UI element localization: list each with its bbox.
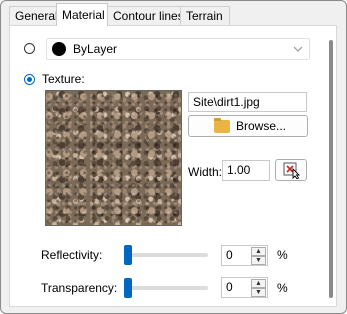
pick-cursor-icon bbox=[283, 162, 301, 179]
reflectivity-value: 0 bbox=[226, 248, 233, 262]
texture-preview-image bbox=[45, 90, 182, 226]
texture-radio[interactable] bbox=[24, 74, 35, 85]
tab-terrain[interactable]: Terrain bbox=[180, 6, 230, 25]
bylayer-radio[interactable] bbox=[24, 43, 35, 54]
reflectivity-unit: % bbox=[277, 248, 288, 262]
width-field[interactable]: 1.00 bbox=[222, 160, 270, 181]
texture-pattern bbox=[46, 91, 181, 225]
panel-scrollbar[interactable] bbox=[329, 40, 333, 298]
texture-label: Texture: bbox=[42, 72, 85, 86]
tab-general[interactable]: General bbox=[9, 6, 58, 25]
browse-button[interactable]: Browse... bbox=[188, 115, 308, 137]
reflectivity-label: Reflectivity: bbox=[41, 248, 103, 262]
properties-dialog: General Material Contour lines Terrain B… bbox=[0, 0, 347, 314]
transparency-decrement-button[interactable]: ▼ bbox=[251, 288, 266, 297]
reflectivity-slider-thumb[interactable] bbox=[124, 245, 132, 265]
transparency-label: Transparency: bbox=[41, 281, 118, 295]
browse-label: Browse... bbox=[236, 119, 287, 133]
bylayer-combobox[interactable]: ByLayer bbox=[46, 38, 310, 60]
color-swatch-icon bbox=[52, 42, 66, 56]
tab-contour-lines[interactable]: Contour lines bbox=[107, 6, 184, 25]
folder-icon bbox=[214, 118, 230, 133]
transparency-slider-track[interactable] bbox=[124, 286, 208, 290]
transparency-spinbox[interactable]: 0 ▲ ▼ bbox=[221, 277, 268, 298]
tab-material[interactable]: Material bbox=[56, 3, 108, 26]
material-panel: ByLayer Texture: Site\dirt1.jpg Browse..… bbox=[9, 25, 337, 307]
reflectivity-spinbox[interactable]: 0 ▲ ▼ bbox=[221, 245, 268, 266]
transparency-slider-thumb[interactable] bbox=[124, 278, 132, 298]
bylayer-label: ByLayer bbox=[73, 42, 118, 56]
transparency-value: 0 bbox=[226, 280, 233, 294]
transparency-increment-button[interactable]: ▲ bbox=[251, 279, 266, 288]
pick-width-button[interactable] bbox=[275, 159, 307, 181]
reflectivity-decrement-button[interactable]: ▼ bbox=[251, 256, 266, 265]
texture-file-field[interactable]: Site\dirt1.jpg bbox=[188, 92, 307, 112]
width-label: Width: bbox=[188, 165, 223, 179]
reflectivity-increment-button[interactable]: ▲ bbox=[251, 247, 266, 256]
chevron-down-icon bbox=[293, 46, 303, 52]
reflectivity-slider-track[interactable] bbox=[124, 253, 208, 257]
transparency-unit: % bbox=[277, 281, 288, 295]
